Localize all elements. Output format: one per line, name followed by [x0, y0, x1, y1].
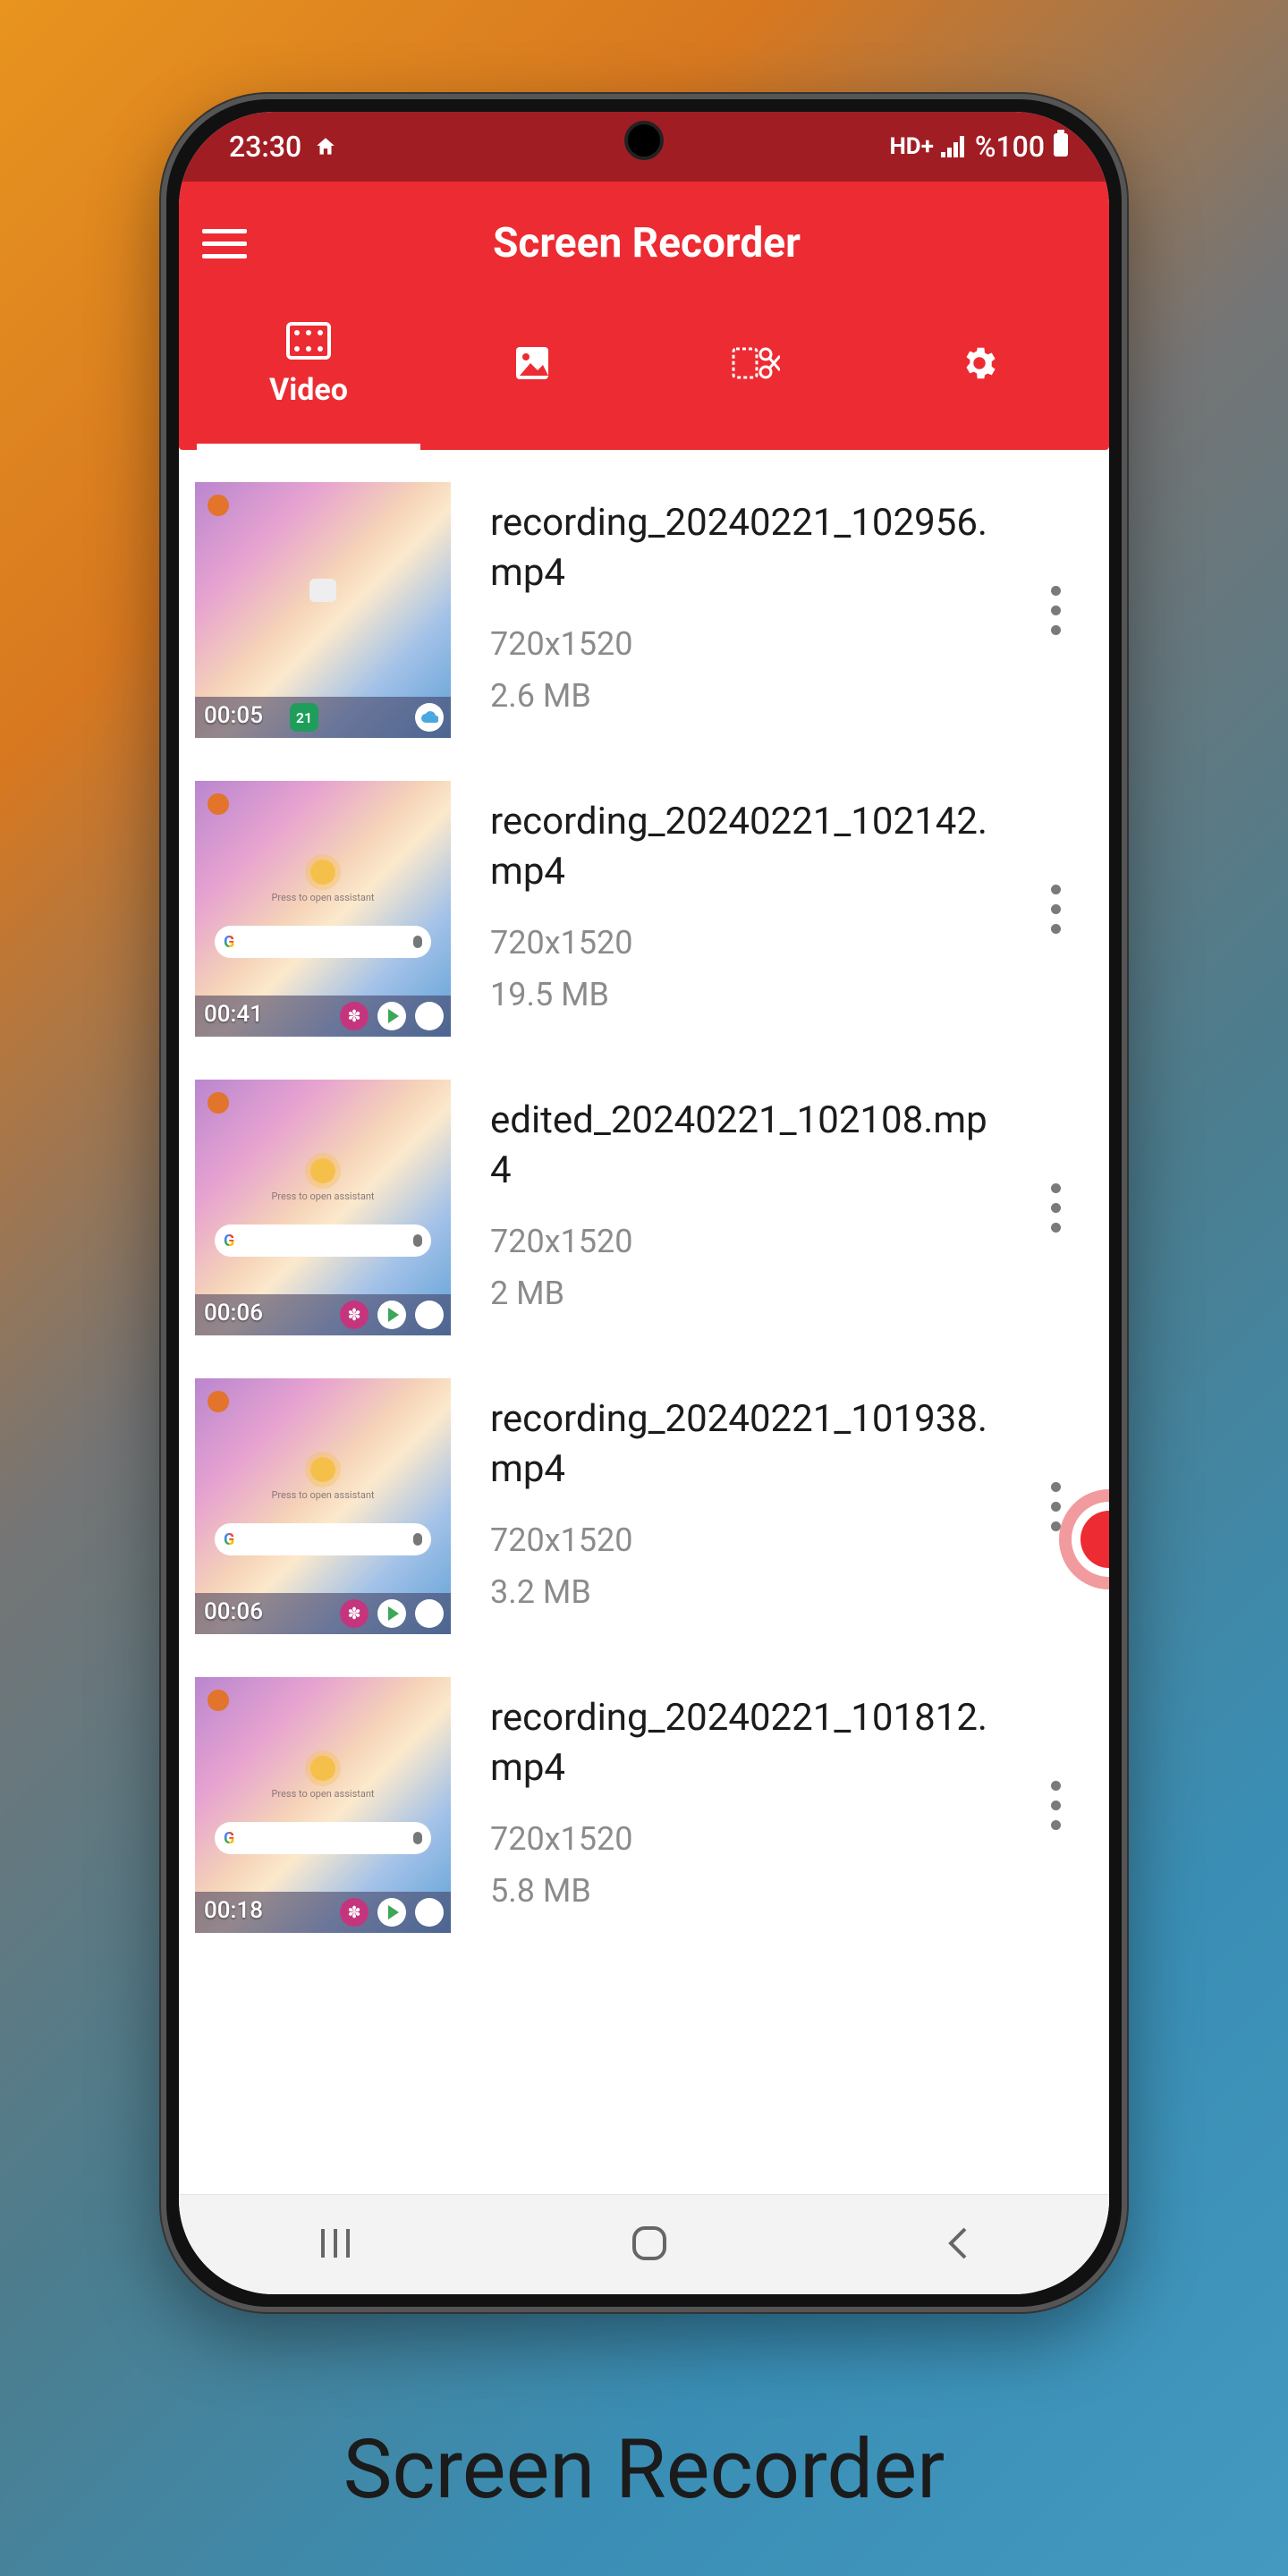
- video-filename: recording_20240221_101938.mp4: [490, 1394, 987, 1496]
- video-resolution: 720x1520: [490, 1515, 987, 1567]
- thumb-decoration: G: [215, 926, 431, 958]
- thumb-app-icon: [415, 703, 444, 732]
- battery-icon: [1052, 130, 1070, 164]
- thumb-decoration: [310, 1457, 335, 1482]
- list-item[interactable]: Press to open assistant G 00:41 recording_2…: [179, 759, 1109, 1058]
- video-filename: recording_20240221_101812.mp4: [490, 1693, 987, 1794]
- tab-image[interactable]: [420, 280, 644, 450]
- thumb-decoration: G: [215, 1224, 431, 1257]
- recordings-list[interactable]: Press to open assistant G 21 00:05 recording…: [179, 450, 1109, 1954]
- thumb-app-icon: [340, 1301, 369, 1329]
- video-info: recording_20240221_102142.mp4 720x152019.…: [490, 797, 996, 1021]
- video-duration: 00:05: [204, 702, 263, 729]
- signal-icon: [941, 136, 968, 157]
- thumb-badge: [208, 1391, 229, 1412]
- home-button[interactable]: [629, 2223, 670, 2267]
- tab-bar: Video: [197, 280, 1091, 450]
- video-thumbnail[interactable]: Press to open assistant G 00:18: [195, 1677, 451, 1933]
- video-info: recording_20240221_101938.mp4 720x15203.2…: [490, 1394, 996, 1619]
- thumb-app-icon: [415, 1002, 444, 1030]
- phone-frame: 23:30 HD+ %100 Screen Recorder: [161, 94, 1127, 2312]
- net-indicator: HD+: [889, 133, 933, 160]
- thumb-app-icon: [340, 1002, 369, 1030]
- item-menu-button[interactable]: [1036, 574, 1075, 646]
- thumb-app-icon: [415, 1301, 444, 1329]
- thumb-app-icon: [377, 1301, 406, 1329]
- list-item[interactable]: Press to open assistant G 00:06 edited_2024…: [179, 1058, 1109, 1357]
- film-icon: [286, 322, 331, 363]
- thumb-decoration: Press to open assistant: [271, 1489, 374, 1501]
- tab-video[interactable]: Video: [197, 280, 420, 450]
- app-title: Screen Recorder: [202, 219, 1091, 267]
- video-size: 19.5 MB: [490, 970, 987, 1021]
- thumb-app-icon: [377, 1898, 406, 1927]
- status-time: 23:30: [229, 130, 301, 164]
- video-duration: 00:06: [204, 1598, 263, 1625]
- back-button[interactable]: [944, 2224, 972, 2267]
- tab-edit[interactable]: [644, 280, 868, 450]
- item-menu-button[interactable]: [1036, 1769, 1075, 1841]
- thumb-decoration: Press to open assistant: [271, 892, 374, 903]
- video-size: 2.6 MB: [490, 671, 987, 723]
- thumb-app-icon: [377, 1599, 406, 1628]
- video-size: 5.8 MB: [490, 1866, 987, 1918]
- home-icon: [314, 135, 337, 158]
- system-nav-bar: [179, 2194, 1109, 2294]
- video-info: edited_20240221_102108.mp4 720x15202 MB: [490, 1096, 996, 1320]
- video-resolution: 720x1520: [490, 619, 987, 671]
- thumb-app-icon: [340, 1599, 369, 1628]
- thumb-badge: [208, 1690, 229, 1711]
- item-menu-button[interactable]: [1036, 873, 1075, 945]
- thumb-decoration: [310, 860, 335, 885]
- camera-notch: [624, 121, 664, 160]
- tab-settings[interactable]: [868, 280, 1091, 450]
- item-menu-button[interactable]: [1036, 1172, 1075, 1243]
- recents-button[interactable]: [316, 2225, 355, 2265]
- thumb-badge: [208, 793, 229, 815]
- video-resolution: 720x1520: [490, 1216, 987, 1268]
- app-bar: Screen Recorder Video: [179, 182, 1109, 450]
- thumb-app-icon: 21: [290, 703, 318, 732]
- thumb-app-icon: [415, 1898, 444, 1927]
- list-item[interactable]: Press to open assistant G 00:18 recording_2…: [179, 1656, 1109, 1954]
- video-thumbnail[interactable]: Press to open assistantG2100:05: [195, 482, 451, 738]
- thumb-app-icon: [377, 1002, 406, 1030]
- video-filename: recording_20240221_102956.mp4: [490, 498, 987, 599]
- thumb-decoration: Press to open assistant: [271, 1191, 374, 1202]
- thumb-app-icon: [340, 1898, 369, 1927]
- battery-text: %100: [975, 130, 1045, 164]
- list-item[interactable]: Press to open assistant G 00:06 recording_2…: [179, 1357, 1109, 1656]
- list-item[interactable]: Press to open assistantG2100:05recording…: [179, 461, 1109, 759]
- thumb-decoration: [310, 1756, 335, 1781]
- thumb-badge: [208, 495, 229, 516]
- screen: 23:30 HD+ %100 Screen Recorder: [179, 112, 1109, 2294]
- thumb-decoration: G: [215, 1822, 431, 1854]
- thumb-decoration: G: [215, 1523, 431, 1555]
- tab-video-label: Video: [269, 372, 348, 408]
- video-thumbnail[interactable]: Press to open assistant G 00:06: [195, 1378, 451, 1634]
- video-duration: 00:18: [204, 1897, 263, 1924]
- video-duration: 00:06: [204, 1300, 263, 1326]
- video-info: recording_20240221_101812.mp4 720x15205.8…: [490, 1693, 996, 1918]
- page-caption: Screen Recorder: [0, 2422, 1288, 2518]
- video-resolution: 720x1520: [490, 1814, 987, 1866]
- video-thumbnail[interactable]: Press to open assistant G 00:06: [195, 1080, 451, 1335]
- video-info: recording_20240221_102956.mp4 720x15202.6…: [490, 498, 996, 723]
- image-icon: [513, 343, 552, 386]
- video-resolution: 720x1520: [490, 918, 987, 970]
- thumb-decoration: Press to open assistant: [271, 1788, 374, 1800]
- video-filename: edited_20240221_102108.mp4: [490, 1096, 987, 1197]
- video-size: 2 MB: [490, 1268, 987, 1320]
- gear-icon: [959, 343, 1000, 387]
- video-thumbnail[interactable]: Press to open assistant G 00:41: [195, 781, 451, 1037]
- video-duration: 00:41: [204, 1001, 263, 1028]
- video-size: 3.2 MB: [490, 1567, 987, 1619]
- video-filename: recording_20240221_102142.mp4: [490, 797, 987, 898]
- thumb-badge: [208, 1092, 229, 1114]
- scissors-film-icon: [732, 343, 780, 386]
- thumb-app-icon: [415, 1599, 444, 1628]
- thumb-decoration: [310, 1158, 335, 1183]
